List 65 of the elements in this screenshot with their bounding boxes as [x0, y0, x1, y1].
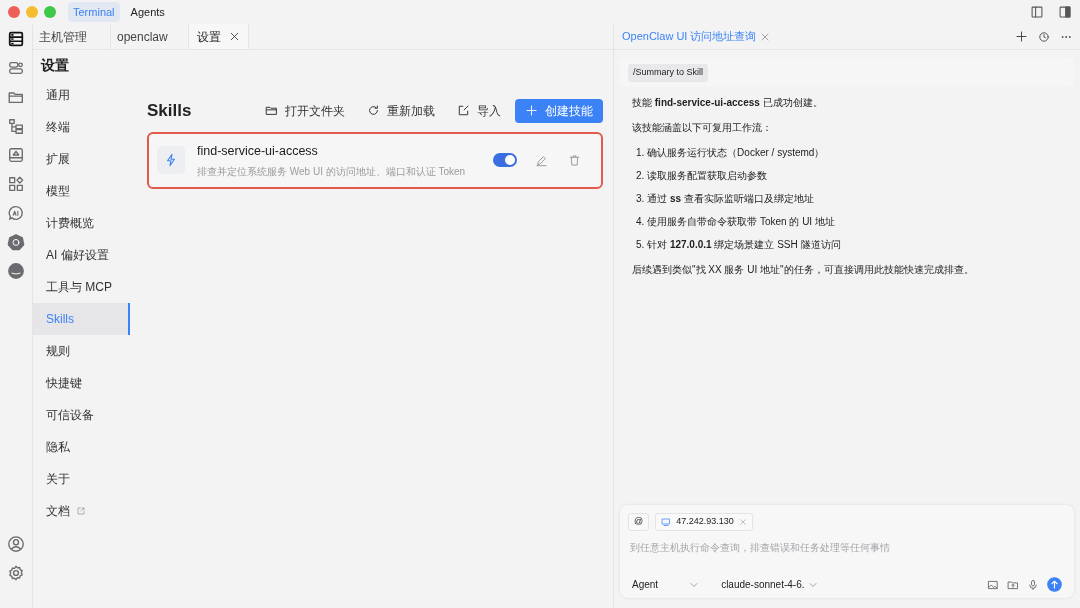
- message-text: 该技能涵盖以下可复用工作流：: [632, 120, 773, 135]
- reload-icon: [367, 104, 380, 118]
- sidebar-icon[interactable]: [1030, 5, 1044, 19]
- list-item: 2. 读取服务配置获取启动参数: [636, 168, 769, 183]
- send-icon[interactable]: [1047, 577, 1062, 592]
- settings-menu-item[interactable]: 终端: [33, 111, 130, 143]
- grid-icon[interactable]: [7, 175, 25, 193]
- toolbar-button[interactable]: 导入: [449, 98, 509, 123]
- mode-dropdown[interactable]: Agent: [632, 577, 700, 592]
- drive-icon[interactable]: [7, 146, 25, 164]
- toolbar-button[interactable]: 打开文件夹: [257, 98, 353, 123]
- close-icon[interactable]: [229, 31, 240, 42]
- mode-tab[interactable]: Agents: [125, 1, 170, 23]
- skills-title: Skills: [147, 100, 192, 122]
- toggle-switch[interactable]: [493, 153, 517, 168]
- monitor-icon: [661, 517, 672, 527]
- create-skill-button[interactable]: 创建技能: [515, 98, 603, 123]
- image-icon[interactable]: [987, 578, 999, 591]
- command-chip: /Summary to Skill: [628, 64, 708, 82]
- settings-title: 设置: [39, 56, 70, 75]
- settings-menu-item[interactable]: 规则: [33, 335, 130, 367]
- import-icon: [457, 104, 470, 118]
- settings-menu-item[interactable]: 快捷键: [33, 367, 130, 399]
- plus-icon: [525, 104, 538, 118]
- settings-menu-item[interactable]: 工具与 MCP: [33, 271, 130, 303]
- tree-icon[interactable]: [7, 117, 25, 135]
- list-item: 5. 针对 127.0.0.1 绑定场景建立 SSH 隧道访问: [636, 237, 842, 252]
- settings-menu-item[interactable]: 关于: [33, 463, 130, 495]
- lightning-icon: [164, 153, 178, 168]
- message-text: 技能 find-service-ui-access 已成功创建。: [632, 95, 824, 110]
- server-icon[interactable]: [7, 30, 25, 48]
- edit-icon[interactable]: [535, 153, 548, 167]
- host-chip: 47.242.93.130: [655, 513, 753, 531]
- history-icon[interactable]: [1038, 30, 1050, 43]
- nodes-icon[interactable]: [7, 59, 25, 77]
- window-control[interactable]: [8, 6, 20, 18]
- panel-icon[interactable]: [1058, 5, 1072, 19]
- model-dropdown[interactable]: claude-sonnet-4-6.: [721, 577, 818, 592]
- settings-menu-item[interactable]: 隐私: [33, 431, 130, 463]
- user-icon[interactable]: [7, 535, 25, 553]
- helm-icon[interactable]: [7, 233, 25, 251]
- message-input[interactable]: @ 47.242.93.130 到任意主机执行命令查询，排查错误和任务处理等任何事情 Agent claude-sonnet-4-6.: [620, 505, 1074, 598]
- toolbar-button[interactable]: 重新加载: [359, 98, 443, 123]
- list-item: 3. 通过 ss 查看实际监听端口及绑定地址: [636, 191, 815, 206]
- message-text: 后续遇到类似"找 XX 服务 UI 地址"的任务，可直接调用此技能快速完成排查。: [632, 262, 975, 277]
- plus-icon[interactable]: [1015, 30, 1028, 43]
- settings-menu-item[interactable]: 通用: [33, 79, 130, 111]
- mention-button[interactable]: @: [628, 513, 650, 531]
- chat-tab[interactable]: OpenClaw UI 访问地址查询: [622, 28, 771, 45]
- folder-upload-icon[interactable]: [1007, 578, 1019, 591]
- settings-menu-item[interactable]: 计费概览: [33, 207, 130, 239]
- settings-menu-item[interactable]: 可信设备: [33, 399, 130, 431]
- settings-menu-item[interactable]: 模型: [33, 175, 130, 207]
- settings-menu-item[interactable]: AI 偏好设置: [33, 239, 130, 271]
- folder-icon: [265, 104, 278, 118]
- list-item: 4. 使用服务自带命令获取带 Token 的 UI 地址: [636, 214, 836, 229]
- settings-icon[interactable]: [7, 564, 25, 582]
- list-item: 1. 确认服务运行状态（Docker / systemd）: [636, 145, 826, 160]
- microphone-icon[interactable]: [1027, 578, 1039, 591]
- settings-menu-item[interactable]: 扩展: [33, 143, 130, 175]
- skill-description: 排查并定位系统服务 Web UI 的访问地址、端口和认证 Token: [197, 165, 467, 180]
- settings-menu-item[interactable]: 文档: [33, 495, 130, 527]
- skill-name: find-service-ui-access: [197, 142, 319, 160]
- ai-chat-icon[interactable]: [7, 204, 25, 222]
- tab[interactable]: 设置: [189, 24, 249, 49]
